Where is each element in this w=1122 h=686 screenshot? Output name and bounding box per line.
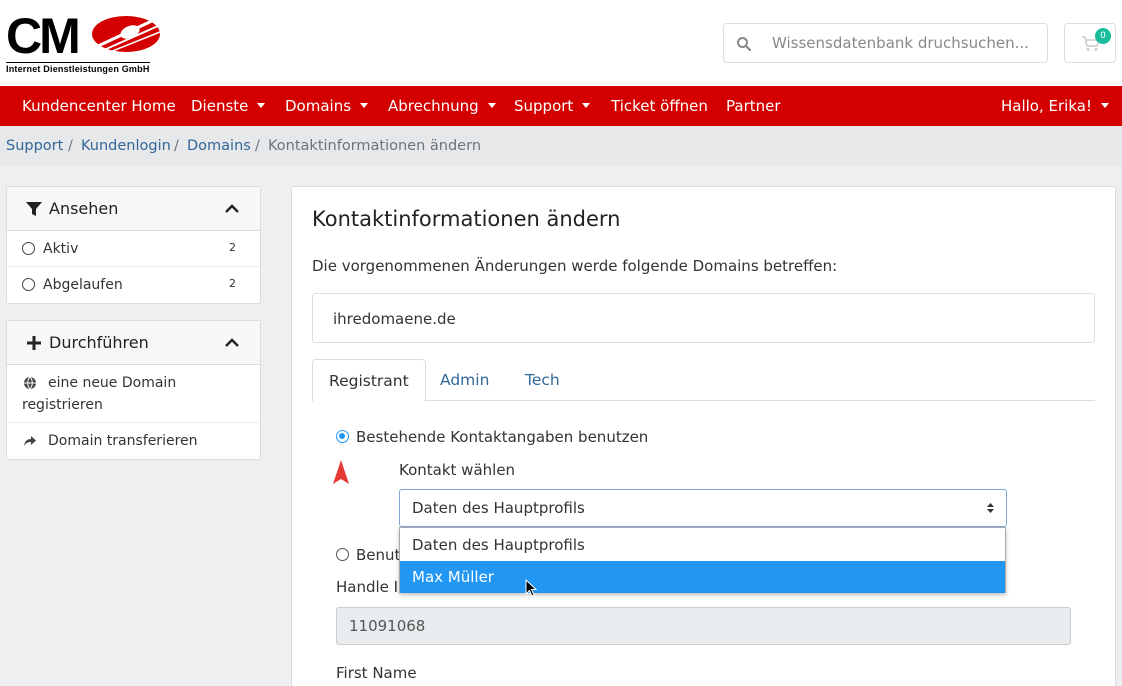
breadcrumb-kundenlogin[interactable]: Kundenlogin [81,126,171,166]
cart-button[interactable]: 0 [1064,23,1116,63]
tab-admin[interactable]: Admin [424,359,505,401]
caret-down-icon [257,103,266,108]
nav-kundencenter-home[interactable]: Kundencenter Home [22,86,176,126]
caret-down-icon [360,103,369,108]
sidebar-view-header[interactable]: Ansehen [7,187,260,231]
chevron-up-icon[interactable] [225,336,239,350]
breadcrumb-domains[interactable]: Domains [187,126,251,166]
sidebar-filter-aktiv[interactable]: Aktiv 2 [7,231,260,267]
breadcrumb-support[interactable]: Support [6,126,63,166]
filter-label: Aktiv [43,241,79,257]
action-label: Domain transferieren [48,433,198,449]
affected-domain: ihredomaene.de [333,310,456,328]
handle-id-value: 11091068 [349,617,426,635]
cart-count-badge: 0 [1095,28,1111,44]
breadcrumb-separator: / [68,138,73,154]
main-navbar: Kundencenter Home Dienste Domains Abrech… [0,86,1122,126]
search-input[interactable] [764,24,1044,62]
breadcrumb-current: Kontaktinformationen ändern [268,138,482,154]
top-header: CM Internet Dienstleistungen GmbH 0 [0,0,1122,86]
contact-select-label: Kontakt wählen [399,461,516,479]
logo-swoosh-icon [92,16,161,53]
caret-down-icon [582,103,591,108]
sidebar-actions-header[interactable]: Durchführen [7,321,260,365]
radio-checked-icon [336,430,349,443]
contact-tabs: Registrant Admin Tech [312,359,1095,402]
first-name-label: First Name [336,664,417,682]
nav-domains[interactable]: Domains [285,86,369,126]
contact-select[interactable]: Daten des Hauptprofils [399,489,1007,527]
nav-dienste[interactable]: Dienste [191,86,266,126]
share-arrow-icon [24,436,36,446]
logo-subtitle: Internet Dienstleistungen GmbH [6,62,150,74]
sidebar-action-register-domain[interactable]: eine neue Domain registrieren [7,365,260,423]
caret-down-icon [487,103,496,108]
knowledgebase-search[interactable] [723,23,1048,63]
filter-count: 2 [229,241,236,254]
sidebar-view-card: Ansehen Aktiv 2 Abgelaufen 2 [6,186,261,304]
sidebar-action-transfer-domain[interactable]: Domain transferieren [7,423,260,459]
caret-down-icon [1100,103,1109,108]
radio-icon [22,242,35,255]
chevron-up-icon[interactable] [225,202,239,216]
affected-domain-box: ihredomaene.de [312,293,1095,343]
handle-id-field[interactable]: 11091068 [336,607,1071,645]
sidebar-filter-abgelaufen[interactable]: Abgelaufen 2 [7,267,260,303]
contact-dropdown-list: Daten des Hauptprofils Max Müller [399,527,1006,593]
page-title: Kontaktinformationen ändern [312,207,621,231]
contact-select-value: Daten des Hauptprofils [412,499,585,517]
action-label: eine neue Domain registrieren [22,375,177,413]
tab-registrant[interactable]: Registrant [312,359,426,402]
page-description: Die vorgenommenen Änderungen werde folge… [312,257,838,275]
nav-abrechnung[interactable]: Abrechnung [388,86,496,126]
nav-partner[interactable]: Partner [726,86,781,126]
breadcrumb-separator: / [255,138,260,154]
sidebar-actions-title: Durchführen [49,333,149,352]
nav-user-menu[interactable]: Hallo, Erika! [1001,86,1109,126]
nav-support[interactable]: Support [514,86,591,126]
radio-icon [22,278,35,291]
filter-icon [26,202,42,216]
option-custom-label: Benut [356,546,401,564]
select-arrows-icon [987,503,994,513]
dropdown-option-hauptprofil[interactable]: Daten des Hauptprofils [400,529,1005,561]
mouse-pointer-icon [525,579,537,597]
option-existing-label: Bestehende Kontaktangaben benutzen [356,428,649,446]
breadcrumb: Support / Kundenlogin / Domains / Kontak… [0,126,1122,166]
plus-icon [27,336,41,350]
nav-ticket-oeffnen[interactable]: Ticket öffnen [611,86,708,126]
tab-tech[interactable]: Tech [509,359,576,401]
radio-icon [336,548,349,561]
filter-count: 2 [229,277,236,290]
breadcrumb-separator: / [174,138,179,154]
dropdown-option-max-mueller[interactable]: Max Müller [400,561,1005,593]
logo-text: CM [6,8,81,64]
sidebar-actions-card: Durchführen eine neue Domain registriere… [6,320,261,460]
sidebar-view-title: Ansehen [49,199,119,218]
filter-label: Abgelaufen [43,277,123,293]
handle-label: Handle I [336,578,399,596]
search-icon [737,37,752,52]
arrow-up-marker-icon [333,460,349,484]
company-logo[interactable]: CM Internet Dienstleistungen GmbH [6,10,162,74]
